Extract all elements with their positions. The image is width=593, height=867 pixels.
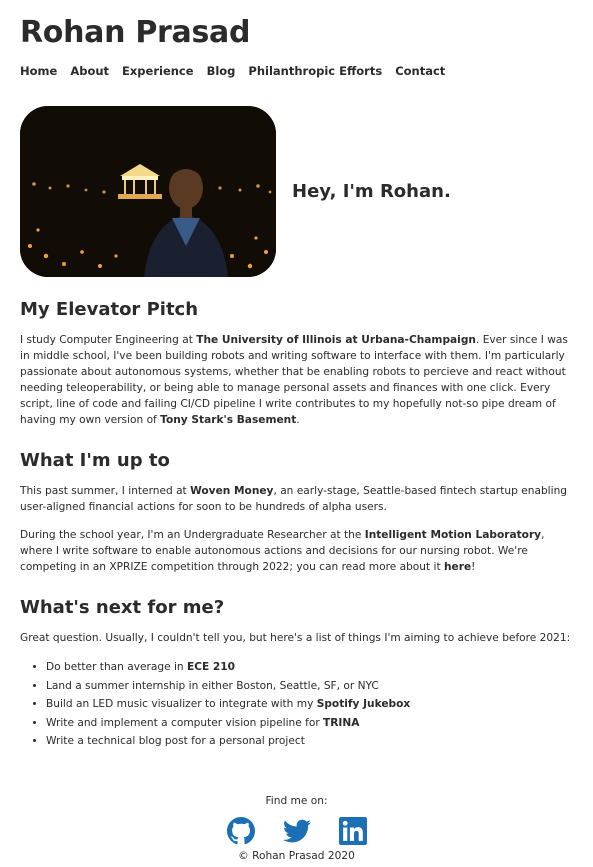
elevator-pitch-text: I study Computer Engineering at The Univ… xyxy=(20,334,568,426)
internship-text: This past summer, I interned at Woven Mo… xyxy=(20,485,568,513)
hero-section: Hey, I'm Rohan. xyxy=(20,106,573,277)
list-item: Land a summer internship in either Bosto… xyxy=(46,677,573,696)
whats-next-heading: What's next for me? xyxy=(20,597,225,618)
profile-photo xyxy=(20,106,276,277)
goals-list: Do better than average in ECE 210 Land a… xyxy=(20,658,573,751)
xprize-here-link[interactable]: here xyxy=(444,561,471,573)
list-item: Build an LED music visualizer to integra… xyxy=(46,695,573,714)
nav-about[interactable]: About xyxy=(70,64,109,78)
copyright: © Rohan Prasad 2020 xyxy=(238,849,355,862)
twitter-icon[interactable] xyxy=(282,817,311,845)
list-item: Write and implement a computer vision pi… xyxy=(46,714,573,733)
site-title: Rohan Prasad xyxy=(20,15,251,50)
page: Rohan Prasad Home About Experience Blog … xyxy=(0,0,593,862)
elevator-pitch-heading: My Elevator Pitch xyxy=(20,299,199,320)
research-text: During the school year, I'm an Undergrad… xyxy=(20,529,545,573)
trina-link[interactable]: TRINA xyxy=(323,717,359,729)
spotify-jukebox-link[interactable]: Spotify Jukebox xyxy=(317,698,411,710)
nav-blog[interactable]: Blog xyxy=(207,64,236,78)
hero-greeting: Hey, I'm Rohan. xyxy=(292,181,451,202)
whats-next-intro: Great question. Usually, I couldn't tell… xyxy=(20,632,571,644)
woven-money-link[interactable]: Woven Money xyxy=(190,485,273,497)
intelligent-motion-lab-link[interactable]: Intelligent Motion Laboratory xyxy=(365,529,541,541)
github-icon[interactable] xyxy=(226,816,255,845)
nav-home[interactable]: Home xyxy=(20,64,57,78)
list-item: Do better than average in ECE 210 xyxy=(46,658,573,677)
social-links xyxy=(20,816,573,845)
up-to-heading: What I'm up to xyxy=(20,450,170,471)
nav-contact[interactable]: Contact xyxy=(395,64,445,78)
nav-experience[interactable]: Experience xyxy=(122,64,194,78)
ece-210-link[interactable]: ECE 210 xyxy=(187,661,235,673)
nav-philanthropic-efforts[interactable]: Philanthropic Efforts xyxy=(248,64,382,78)
footer: Find me on: © Rohan Prasad 2020 xyxy=(20,795,573,862)
uiuc-link[interactable]: The University of Illinois at Urbana-Cha… xyxy=(196,334,476,346)
linkedin-icon[interactable] xyxy=(338,816,367,845)
main-nav: Home About Experience Blog Philanthropic… xyxy=(20,64,573,78)
list-item: Write a technical blog post for a person… xyxy=(46,732,573,751)
tony-stark-link[interactable]: Tony Stark's Basement xyxy=(160,414,296,426)
find-me-label: Find me on: xyxy=(265,794,328,807)
